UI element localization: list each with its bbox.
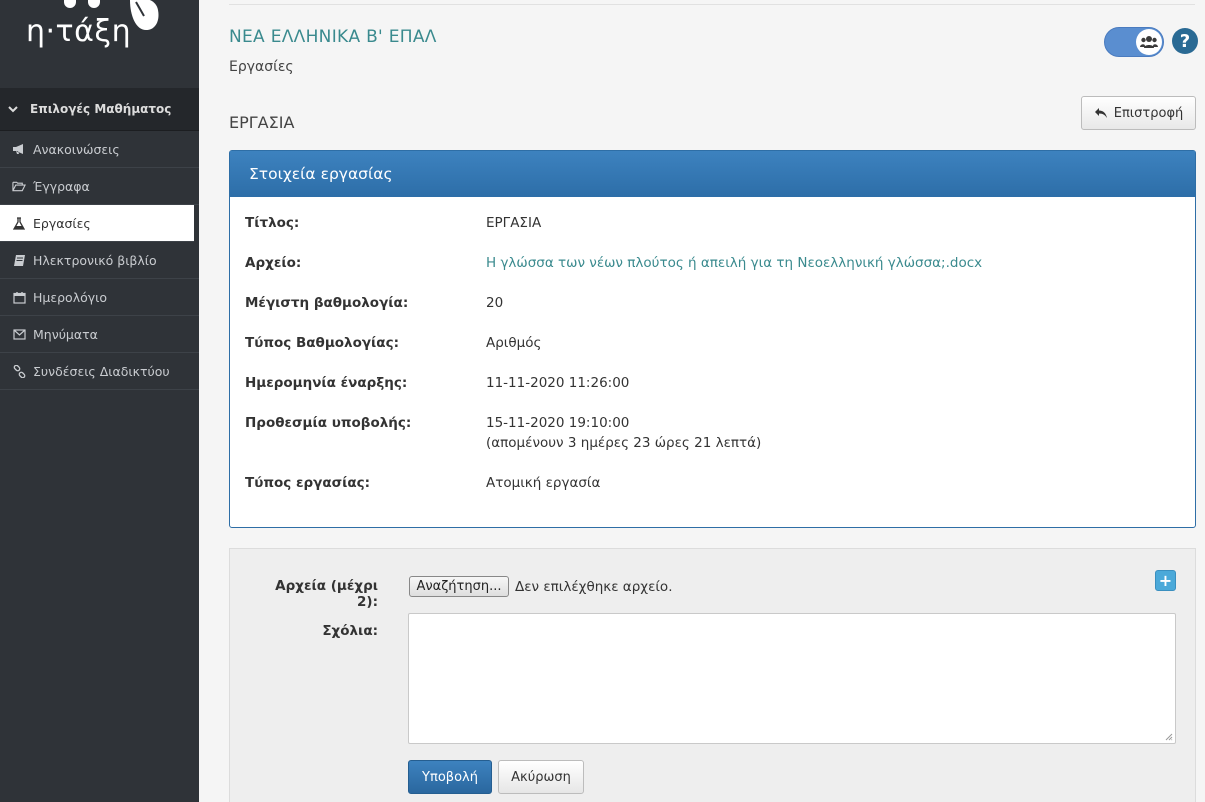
detail-value: 11-11-2020 11:26:00	[486, 375, 630, 391]
page-title: ΕΡΓΑΣΙΑ	[229, 113, 295, 132]
sidebar-item-label: Εργασίες	[33, 215, 91, 231]
divider	[229, 4, 1195, 5]
users-icon	[1136, 29, 1162, 55]
files-label: Αρχεία (μέχρι 2):	[275, 578, 378, 610]
detail-value: 15-11-2020 19:10:00	[486, 415, 630, 431]
sidebar-item-web-links[interactable]: Συνδέσεις Διαδικτύου	[0, 353, 199, 390]
assignment-details-panel: Στοιχεία εργασίας Τίτλος: ΕΡΓΑΣΙΑ Αρχείο…	[229, 150, 1196, 528]
sidebar-menu: Ανακοινώσεις Έγγραφα Εργασίες Ηλεκτρονικ…	[0, 131, 199, 390]
detail-label: Τύπος Βαθμολογίας:	[245, 335, 399, 351]
detail-label: Τίτλος:	[245, 215, 300, 231]
folder-open-icon	[12, 179, 26, 193]
no-file-text: Δεν επιλέχθηκε αρχείο.	[515, 579, 673, 595]
main-content: ΝΕΑ ΕΛΛΗΝΙΚΑ Β' ΕΠΑΛ Εργασίες ? ΕΡΓΑΣΙΑ …	[199, 0, 1205, 802]
course-title[interactable]: ΝΕΑ ΕΛΛΗΝΙΚΑ Β' ΕΠΑΛ	[229, 27, 437, 47]
sidebar-section-label: Επιλογές Μαθήματος	[30, 102, 172, 116]
sidebar-item-label: Μηνύματα	[33, 326, 98, 342]
envelope-icon	[12, 327, 26, 341]
sidebar-item-label: Συνδέσεις Διαδικτύου	[33, 363, 170, 379]
sidebar: η·τάξη Επιλογές Μαθήματος Ανακοινώσεις Έ…	[0, 0, 199, 802]
help-icon[interactable]: ?	[1172, 28, 1198, 54]
panel-title: Στοιχεία εργασίας	[230, 151, 1195, 197]
logo-dots	[60, 0, 120, 10]
sidebar-item-messages[interactable]: Μηνύματα	[0, 316, 199, 353]
sidebar-item-label: Έγγραφα	[33, 178, 90, 194]
flask-icon	[12, 216, 26, 230]
add-file-button[interactable]: +	[1155, 570, 1176, 591]
logo-text: η·τάξη	[26, 14, 132, 49]
cancel-button[interactable]: Ακύρωση	[498, 760, 584, 794]
detail-label: Προθεσμία υποβολής:	[245, 415, 412, 431]
sidebar-item-announcements[interactable]: Ανακοινώσεις	[0, 131, 199, 168]
back-button[interactable]: Επιστροφή	[1081, 96, 1196, 130]
detail-label: Μέγιστη βαθμολογία:	[245, 295, 409, 311]
browse-file-button[interactable]: Αναζήτηση...	[409, 576, 509, 597]
submit-button[interactable]: Υποβολή	[408, 760, 492, 794]
megaphone-icon	[12, 142, 26, 156]
detail-label: Αρχείο:	[245, 255, 302, 271]
comments-label: Σχόλια:	[322, 623, 378, 639]
detail-label: Ημερομηνία έναρξης:	[245, 375, 408, 391]
sidebar-item-label: Ημερολόγιο	[33, 289, 108, 305]
sidebar-item-documents[interactable]: Έγγραφα	[0, 168, 199, 205]
sidebar-item-label: Ανακοινώσεις	[33, 141, 120, 157]
submission-form: Αρχεία (μέχρι 2): Αναζήτηση... Δεν επιλέ…	[229, 548, 1196, 802]
sidebar-item-assignments[interactable]: Εργασίες	[0, 205, 194, 242]
logo[interactable]: η·τάξη	[0, 0, 199, 88]
sidebar-item-calendar[interactable]: Ημερολόγιο	[0, 279, 199, 316]
reply-icon	[1094, 108, 1107, 118]
back-button-label: Επιστροφή	[1113, 105, 1184, 121]
resize-handle-icon[interactable]	[1165, 733, 1173, 741]
detail-value: Αριθμός	[486, 335, 542, 351]
chevron-down-icon	[8, 104, 18, 114]
link-icon	[12, 364, 26, 378]
detail-label: Τύπος εργασίας:	[245, 475, 371, 491]
remaining-time: (απομένουν 3 ημέρες 23 ώρες 21 λεπτά)	[486, 435, 762, 451]
page-subtitle: Εργασίες	[229, 59, 294, 75]
file-link[interactable]: Η γλώσσα των νέων πλούτος ή απειλή για τ…	[486, 253, 982, 273]
detail-value: ΕΡΓΑΣΙΑ	[486, 215, 542, 231]
detail-value: Ατομική εργασία	[486, 475, 601, 491]
sidebar-item-ebook[interactable]: Ηλεκτρονικό βιβλίο	[0, 242, 199, 279]
detail-value: 20	[486, 295, 504, 311]
view-toggle-switch[interactable]	[1104, 27, 1164, 57]
sidebar-section-course-options[interactable]: Επιλογές Μαθήματος	[0, 88, 199, 131]
comments-textarea[interactable]	[408, 613, 1176, 744]
book-icon	[12, 253, 26, 267]
calendar-icon	[12, 290, 26, 304]
sidebar-item-label: Ηλεκτρονικό βιβλίο	[33, 252, 157, 268]
